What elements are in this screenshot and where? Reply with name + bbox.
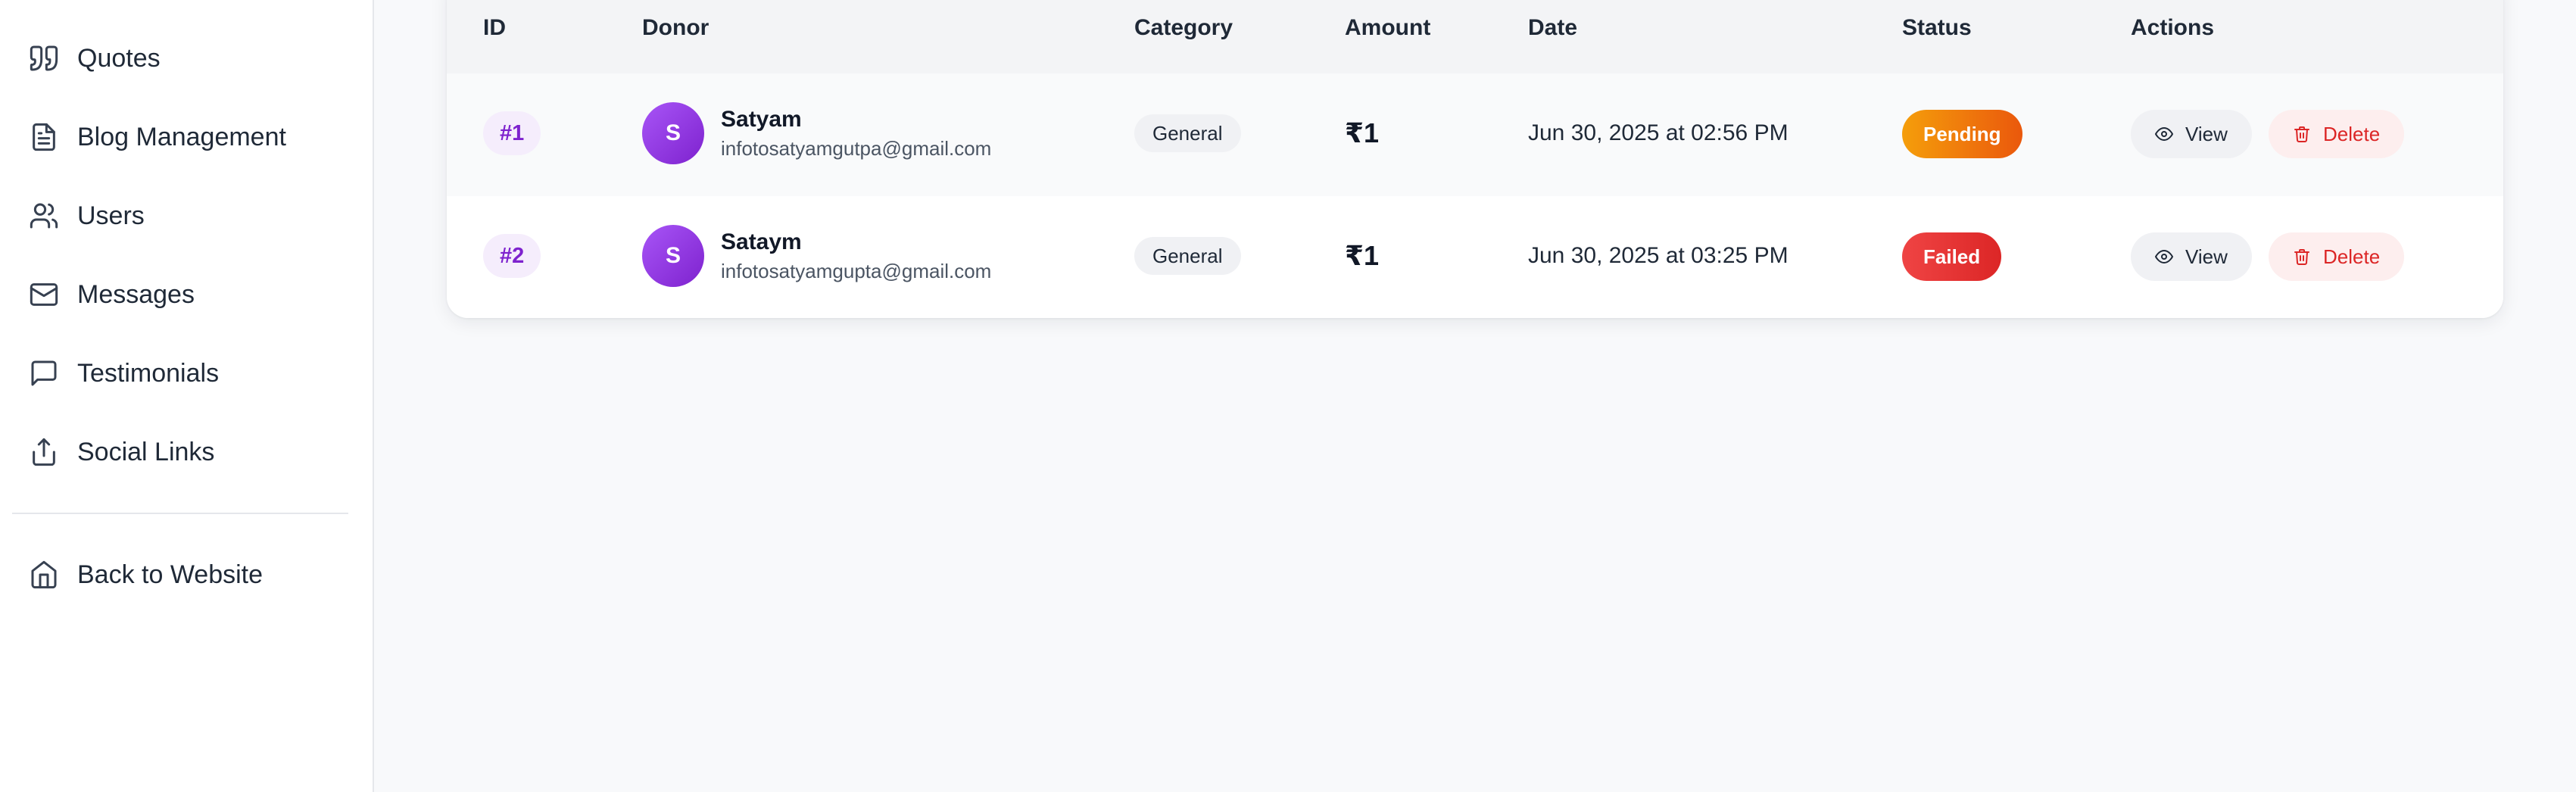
mail-icon <box>29 279 59 310</box>
sidebar-item-testimonials[interactable]: Testimonials <box>29 347 219 400</box>
donation-date: Jun 30, 2025 at 02:56 PM <box>1528 120 1789 145</box>
delete-button[interactable]: Delete <box>2269 110 2405 158</box>
status-badge: Pending <box>1902 110 2022 158</box>
trash-icon <box>2293 125 2311 143</box>
column-header-status: Status <box>1902 15 1972 40</box>
view-button-label: View <box>2185 245 2228 268</box>
avatar: S <box>642 225 704 287</box>
column-header-donor: Donor <box>642 15 709 40</box>
sidebar-divider <box>12 513 348 514</box>
donation-amount: ₹1 <box>1345 117 1380 148</box>
column-header-category: Category <box>1134 15 1233 40</box>
delete-button-label: Delete <box>2323 122 2381 145</box>
view-button-label: View <box>2185 122 2228 145</box>
donation-id-badge: #1 <box>483 111 541 155</box>
donor-email: infotosatyamgupta@gmail.com <box>721 260 992 282</box>
eye-icon <box>2155 125 2173 143</box>
back-to-website-link[interactable]: Back to Website <box>29 548 263 601</box>
quote-icon <box>29 43 59 73</box>
column-header-amount: Amount <box>1345 15 1431 40</box>
users-icon <box>29 201 59 231</box>
sidebar-item-label: Messages <box>77 279 195 309</box>
donation-date: Jun 30, 2025 at 03:25 PM <box>1528 243 1789 268</box>
sidebar-item-label: Quotes <box>77 43 161 73</box>
message-square-icon <box>29 358 59 388</box>
column-header-id: ID <box>483 15 506 40</box>
sidebar-item-label: Blog Management <box>77 122 286 151</box>
sidebar-item-social-links[interactable]: Social Links <box>29 426 214 479</box>
table-header: ID Donor Category Amount Date Status Act… <box>447 0 2503 73</box>
column-header-date: Date <box>1528 15 1578 40</box>
view-button[interactable]: View <box>2131 110 2252 158</box>
share-icon <box>29 437 59 467</box>
sidebar: Quotes Blog Management Users Messages Te… <box>0 0 374 792</box>
category-pill: General <box>1134 114 1241 152</box>
donation-amount: ₹1 <box>1345 240 1380 271</box>
status-badge: Failed <box>1902 232 2002 281</box>
category-pill: General <box>1134 237 1241 275</box>
donor-name: Sataym <box>721 229 802 254</box>
avatar: S <box>642 102 704 164</box>
sidebar-item-users[interactable]: Users <box>29 189 145 242</box>
table-row: #2 S Sataym infotosatyamgupta@gmail.com … <box>447 196 2503 318</box>
sidebar-item-label: Social Links <box>77 437 215 466</box>
column-header-actions: Actions <box>2131 15 2215 40</box>
eye-icon <box>2155 248 2173 266</box>
donations-table: ID Donor Category Amount Date Status Act… <box>447 0 2503 318</box>
file-text-icon <box>29 122 59 152</box>
sidebar-item-messages[interactable]: Messages <box>29 268 195 321</box>
sidebar-item-quotes[interactable]: Quotes <box>29 32 161 85</box>
donor-email: infotosatyamgutpa@gmail.com <box>721 137 992 160</box>
sidebar-item-label: Users <box>77 201 145 230</box>
sidebar-item-label: Testimonials <box>77 358 220 388</box>
donation-id-badge: #2 <box>483 234 541 278</box>
view-button[interactable]: View <box>2131 232 2252 281</box>
back-to-website-label: Back to Website <box>77 560 264 589</box>
delete-button-label: Delete <box>2323 245 2381 268</box>
donor-name: Satyam <box>721 107 802 132</box>
trash-icon <box>2293 248 2311 266</box>
table-row: #1 S Satyam infotosatyamgutpa@gmail.com … <box>447 73 2503 196</box>
sidebar-item-blog-management[interactable]: Blog Management <box>29 111 286 164</box>
home-icon <box>29 560 59 590</box>
delete-button[interactable]: Delete <box>2269 232 2405 281</box>
